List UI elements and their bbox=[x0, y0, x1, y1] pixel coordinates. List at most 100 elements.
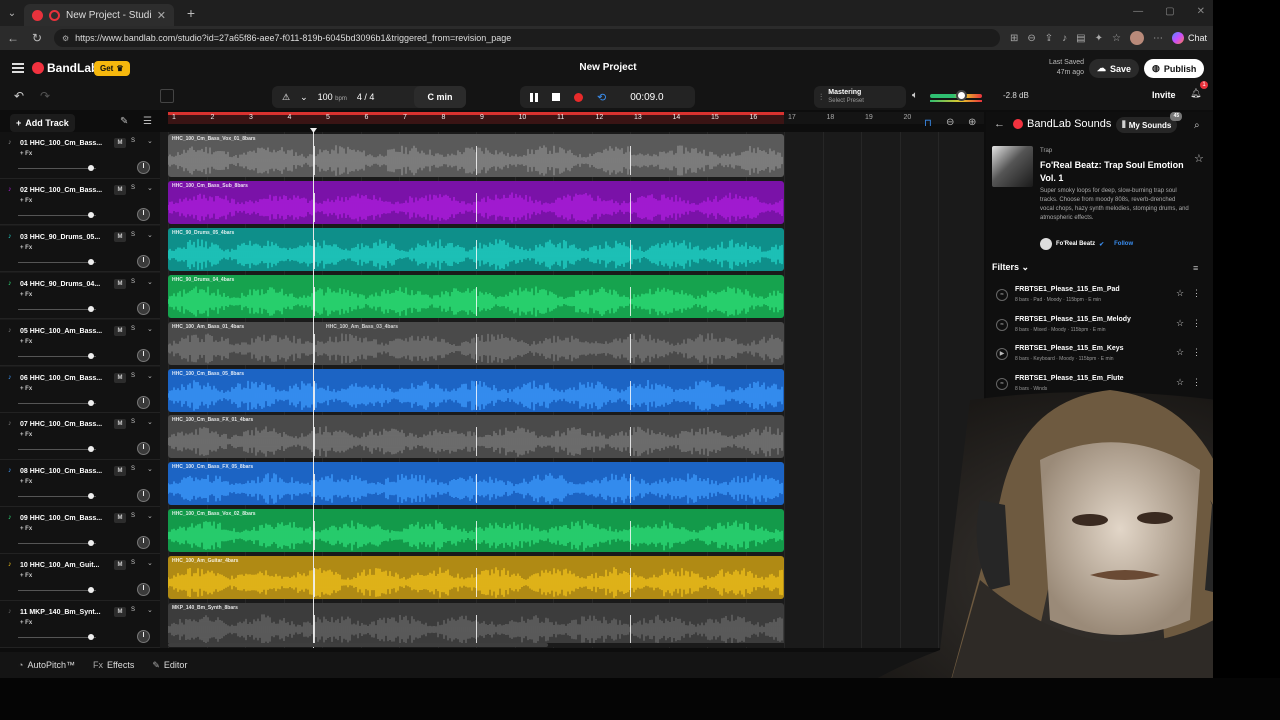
volume-thumb[interactable] bbox=[88, 258, 94, 265]
add-fx-button[interactable]: + Fx bbox=[20, 526, 32, 532]
track-options-chevron-icon[interactable]: ⌄ bbox=[147, 231, 153, 239]
volume-thumb[interactable] bbox=[88, 493, 94, 500]
audio-clip[interactable]: HHC_100_Cm_Bass_Sub_8bars bbox=[168, 180, 784, 224]
effects-button[interactable]: Fx Effects bbox=[93, 660, 134, 670]
track-header[interactable]: ♪ 02 HHC_100_Cm_Bass... + Fx M S ⌄ bbox=[0, 178, 160, 226]
track-volume-slider[interactable] bbox=[18, 165, 96, 171]
editor-button[interactable]: ✎ Editor bbox=[152, 660, 187, 671]
more-options-icon[interactable]: ⋮ bbox=[1192, 347, 1201, 358]
volume-thumb[interactable] bbox=[88, 165, 94, 171]
track-header[interactable]: ♪ 11 MKP_140_Bm_Synt... + Fx M S ⌄ bbox=[0, 601, 160, 648]
metronome-icon[interactable]: ⚠ bbox=[282, 92, 290, 103]
speaker-icon[interactable]: 🔈︎ bbox=[912, 90, 918, 101]
snap-magnet-icon[interactable]: ⊓ bbox=[924, 118, 932, 129]
stop-icon[interactable] bbox=[552, 93, 560, 101]
pan-knob[interactable] bbox=[137, 583, 150, 597]
playhead[interactable] bbox=[313, 130, 314, 648]
volume-thumb[interactable] bbox=[88, 211, 94, 218]
tab-search-icon[interactable]: ⌄ bbox=[0, 8, 24, 19]
volume-thumb[interactable] bbox=[88, 634, 94, 640]
track-header[interactable]: ♪ 09 HHC_100_Cm_Bass... + Fx M S ⌄ bbox=[0, 507, 160, 554]
track-name[interactable]: 06 HHC_100_Cm_Bass... bbox=[20, 375, 102, 382]
browser-tab[interactable]: New Project - Studio ✕ bbox=[24, 4, 174, 26]
my-sounds-button[interactable]: ⫼ My Sounds 45 bbox=[1116, 112, 1183, 133]
mute-button[interactable]: M bbox=[114, 372, 126, 383]
play-icon[interactable]: ▶ bbox=[996, 348, 1008, 360]
track-options-chevron-icon[interactable]: ⌄ bbox=[147, 606, 153, 614]
timeline-ruler[interactable]: 1 2 3 4 5 6 7 8 9 10 11 12 13 14 15 16 17 18 19 20 bbox=[168, 112, 984, 124]
volume-thumb[interactable] bbox=[88, 446, 94, 453]
audio-clip[interactable]: HHC_100_Cm_Bass_Vox_02_8bars bbox=[168, 509, 784, 553]
track-volume-slider[interactable] bbox=[18, 587, 96, 594]
mute-button[interactable]: M bbox=[114, 325, 126, 336]
waveform-icon[interactable]: ≈ bbox=[996, 289, 1008, 301]
favorites-icon[interactable]: ☆ bbox=[1112, 33, 1121, 44]
tabs-icon[interactable]: ▤ bbox=[1076, 33, 1085, 44]
save-button[interactable]: ☁ Save bbox=[1089, 59, 1140, 78]
mute-button[interactable]: M bbox=[114, 513, 126, 524]
close-window-icon[interactable]: ✕ bbox=[1197, 6, 1205, 17]
time-signature[interactable]: 4 / 4 bbox=[357, 92, 375, 102]
search-icon[interactable]: ⌕ bbox=[1194, 120, 1200, 131]
audio-clip[interactable]: HHC_100_Am_Guitar_4bars bbox=[168, 556, 784, 600]
get-membership-button[interactable]: Get ♛ bbox=[94, 61, 130, 76]
solo-button[interactable]: S bbox=[131, 185, 135, 191]
scrollbar-thumb[interactable] bbox=[168, 643, 548, 647]
track-options-chevron-icon[interactable]: ⌄ bbox=[147, 137, 153, 145]
audio-clip[interactable]: HHC_100_Cm_Bass_05_8bars bbox=[168, 368, 784, 412]
audio-clip[interactable]: HHC_90_Drums_04_4bars bbox=[168, 274, 784, 318]
profile-avatar[interactable] bbox=[1129, 31, 1144, 45]
mute-button[interactable]: M bbox=[114, 560, 126, 571]
artist-avatar[interactable] bbox=[1040, 238, 1052, 250]
pan-knob[interactable] bbox=[137, 161, 150, 174]
solo-button[interactable]: S bbox=[131, 326, 135, 332]
track-settings-icon[interactable]: ☰ bbox=[143, 116, 152, 127]
track-volume-slider[interactable] bbox=[18, 634, 96, 640]
track-name[interactable]: 10 HHC_100_Am_Guit... bbox=[20, 562, 99, 569]
add-fx-button[interactable]: + Fx bbox=[20, 432, 32, 438]
mic-icon[interactable]: ♪ bbox=[1062, 33, 1067, 44]
mute-button[interactable]: M bbox=[114, 138, 126, 148]
track-header[interactable]: ♪ 08 HHC_100_Cm_Bass... + Fx M S ⌄ bbox=[0, 460, 160, 507]
audio-clip[interactable]: HHC_100_Cm_Bass_Vox_01_8bars bbox=[168, 134, 784, 177]
track-volume-slider[interactable] bbox=[18, 446, 96, 453]
volume-thumb[interactable] bbox=[88, 399, 94, 406]
redo-icon[interactable]: ↷ bbox=[40, 89, 50, 103]
extension-icon[interactable]: ✦ bbox=[1095, 33, 1103, 44]
zoom-in-icon[interactable]: ⊕ bbox=[968, 117, 976, 128]
pan-knob[interactable] bbox=[137, 395, 150, 409]
more-icon[interactable]: ⋯ bbox=[1153, 33, 1163, 44]
more-options-icon[interactable]: ⋮ bbox=[1192, 318, 1201, 329]
solo-button[interactable]: S bbox=[131, 419, 135, 425]
track-header[interactable]: ♪ 04 HHC_90_Drums_04... + Fx M S ⌄ bbox=[0, 272, 160, 320]
zoom-out-icon[interactable]: ⊖ bbox=[946, 117, 954, 128]
add-fx-button[interactable]: + Fx bbox=[20, 198, 32, 204]
track-options-chevron-icon[interactable]: ⌄ bbox=[147, 278, 153, 286]
pencil-icon[interactable]: ✎ bbox=[120, 116, 128, 127]
favorite-loop-icon[interactable]: ☆ bbox=[1176, 347, 1184, 358]
add-fx-button[interactable]: + Fx bbox=[20, 479, 32, 485]
pan-knob[interactable] bbox=[137, 536, 150, 550]
track-header[interactable]: ♪ 07 HHC_100_Cm_Bass... + Fx M S ⌄ bbox=[0, 413, 160, 460]
key-selector[interactable]: C min bbox=[414, 86, 466, 108]
pan-knob[interactable] bbox=[137, 254, 150, 268]
share-icon[interactable]: ⇪ bbox=[1045, 33, 1053, 44]
track-name[interactable]: 05 HHC_100_Am_Bass... bbox=[20, 328, 102, 335]
publish-button[interactable]: ◍ Publish bbox=[1144, 59, 1205, 78]
solo-button[interactable]: S bbox=[131, 232, 135, 238]
track-options-chevron-icon[interactable]: ⌄ bbox=[147, 512, 153, 520]
track-volume-slider[interactable] bbox=[18, 540, 96, 547]
solo-button[interactable]: S bbox=[131, 373, 135, 379]
mastering-button[interactable]: ⫶ Mastering Select Preset bbox=[814, 86, 906, 108]
track-volume-slider[interactable] bbox=[18, 258, 96, 265]
invite-button[interactable]: Invite bbox=[1152, 90, 1176, 100]
mute-button[interactable]: M bbox=[114, 278, 126, 289]
solo-button[interactable]: S bbox=[131, 279, 135, 285]
pause-icon[interactable] bbox=[530, 92, 538, 102]
track-name[interactable]: 11 MKP_140_Bm_Synt... bbox=[20, 609, 101, 616]
minimize-icon[interactable]: — bbox=[1133, 6, 1143, 17]
track-name[interactable]: 09 HHC_100_Cm_Bass... bbox=[20, 515, 102, 522]
track-name[interactable]: 08 HHC_100_Cm_Bass... bbox=[20, 468, 102, 475]
loop-region[interactable] bbox=[168, 112, 784, 124]
mute-button[interactable]: M bbox=[114, 419, 126, 430]
